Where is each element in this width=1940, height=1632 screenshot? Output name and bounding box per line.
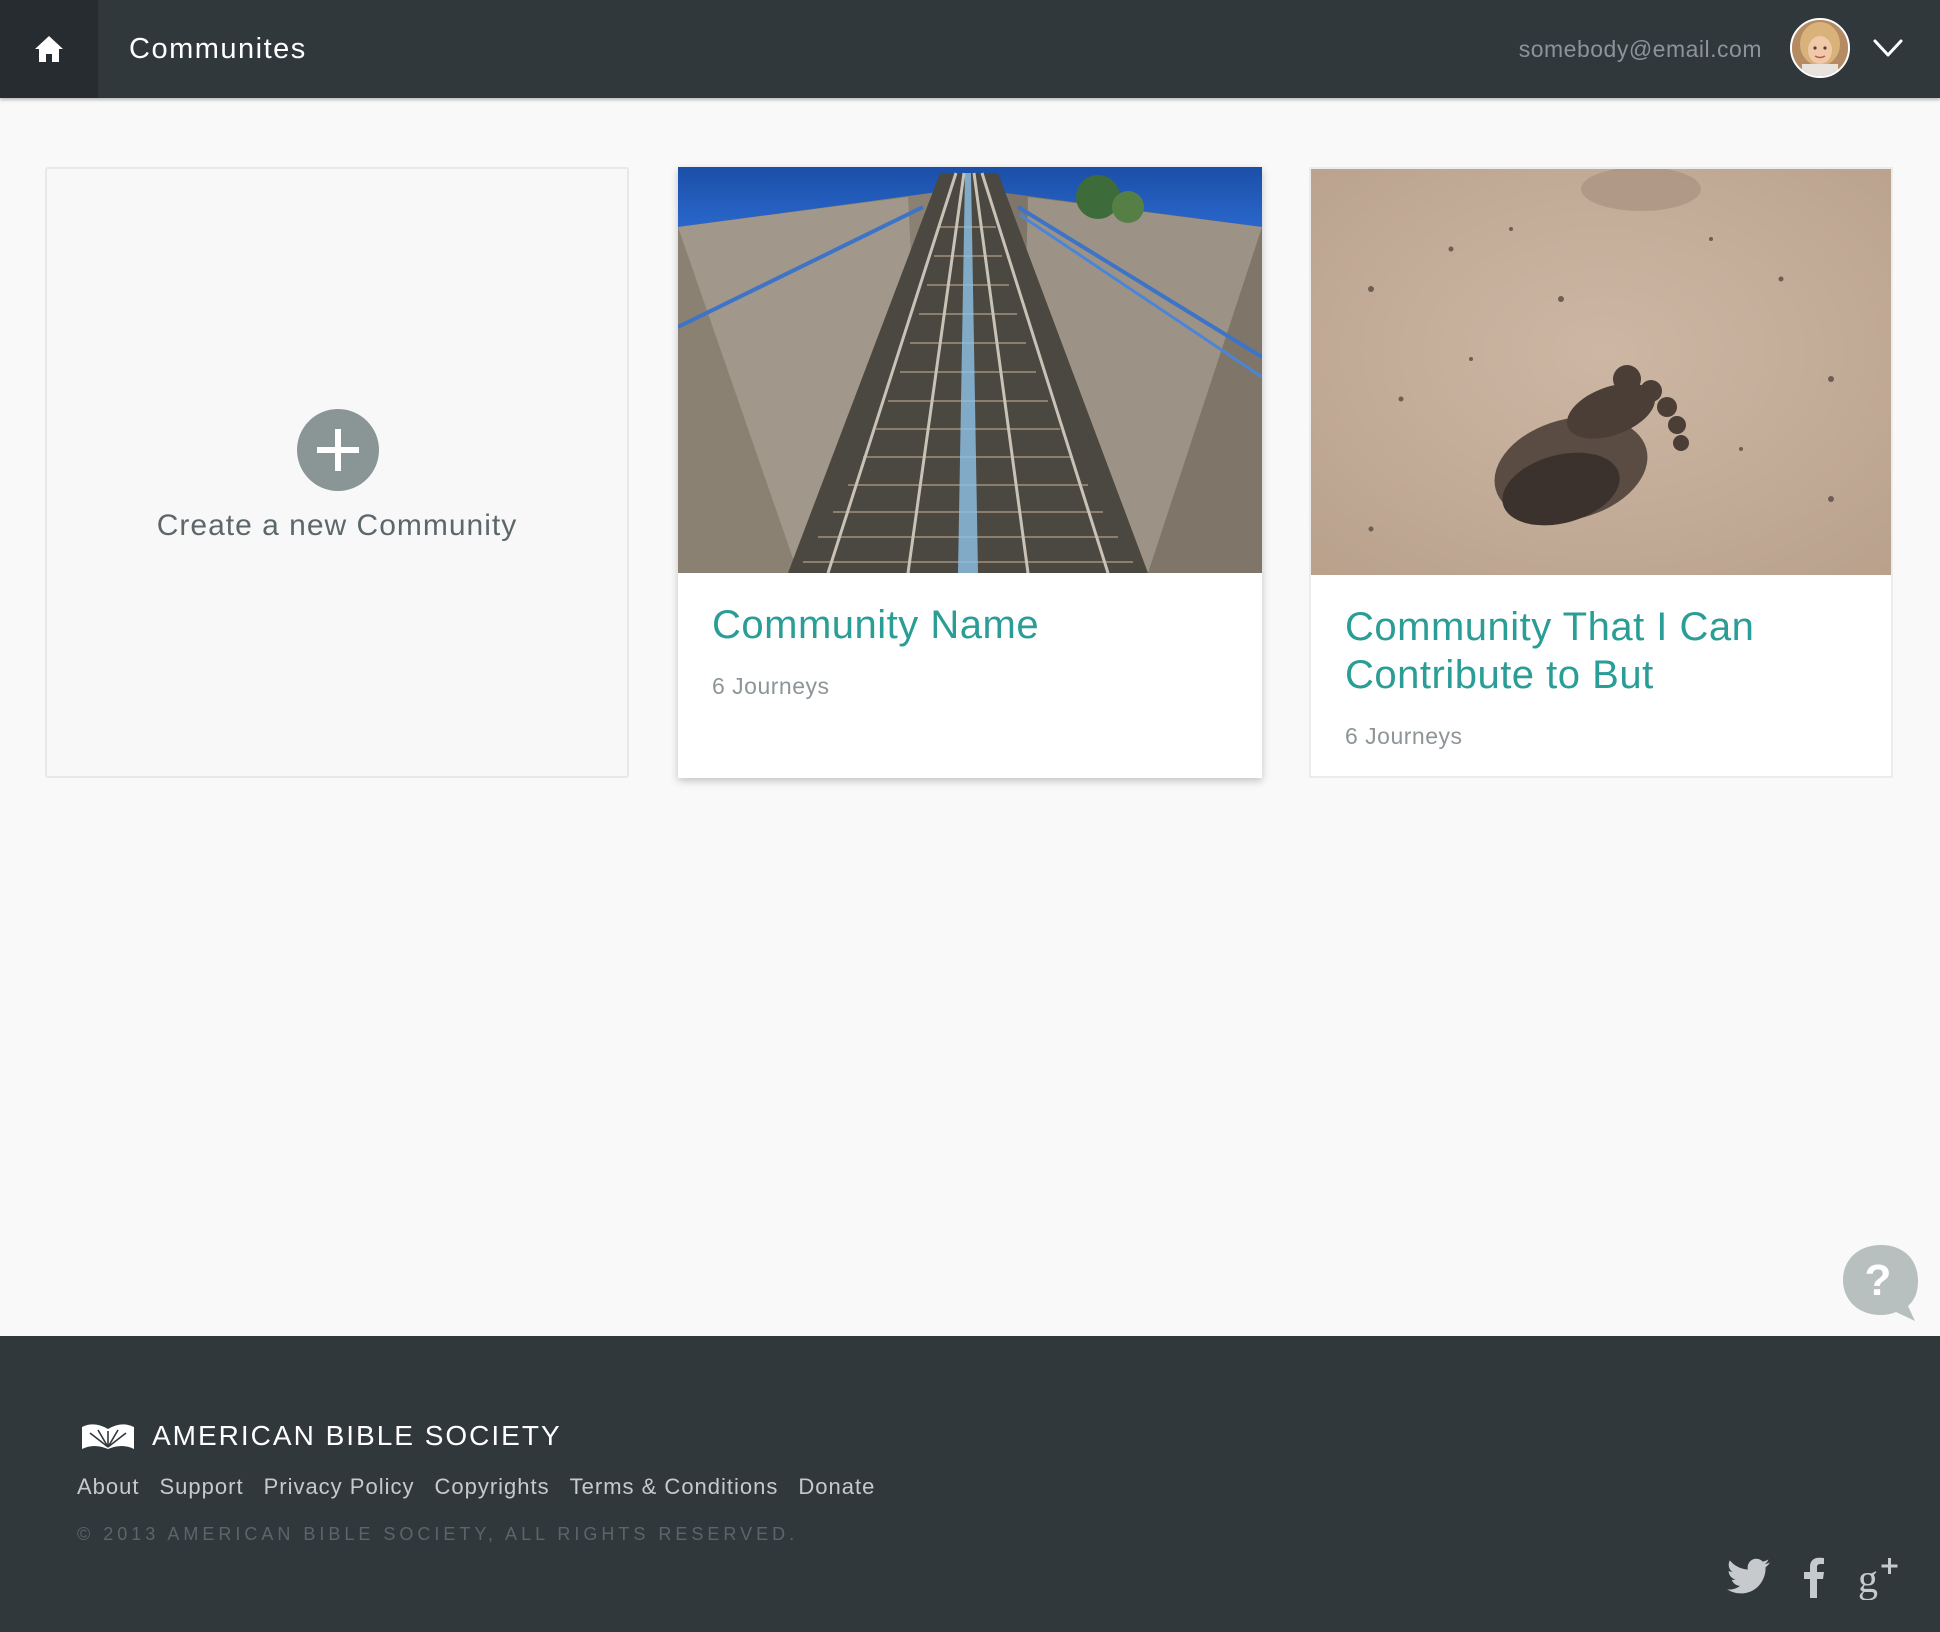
footer-brand[interactable]: AMERICAN BIBLE SOCIETY — [80, 1420, 562, 1452]
footer-link-about[interactable]: About — [77, 1474, 140, 1500]
footer-links: About Support Privacy Policy Copyrights … — [77, 1474, 875, 1500]
copyright: © 2013 AMERICAN BIBLE SOCIETY, ALL RIGHT… — [77, 1524, 799, 1544]
community-image-footprint — [1311, 169, 1891, 575]
home-icon — [35, 36, 63, 62]
journey-count: 6 Journeys — [712, 673, 830, 699]
community-card[interactable]: Community That I Can Contribute to But 6… — [1309, 167, 1893, 778]
chevron-down-icon[interactable] — [1870, 30, 1906, 66]
bible-society-logo-icon — [82, 1424, 134, 1449]
create-community-label: Create a new Community — [156, 509, 518, 542]
footer: AMERICAN BIBLE SOCIETY About Support Pri… — [0, 1336, 1940, 1632]
brand-name: AMERICAN BIBLE SOCIETY — [152, 1420, 562, 1451]
facebook-icon[interactable] — [1792, 1554, 1838, 1600]
twitter-icon[interactable] — [1726, 1554, 1772, 1600]
create-community-card[interactable]: Create a new Community — [45, 167, 629, 778]
footer-link-privacy-policy[interactable]: Privacy Policy — [264, 1474, 415, 1500]
community-image-railway — [678, 167, 1262, 573]
footer-link-donate[interactable]: Donate — [798, 1474, 875, 1500]
svg-text:g: g — [1858, 1556, 1878, 1600]
community-card[interactable]: Community Name 6 Journeys — [678, 167, 1262, 778]
help-icon[interactable]: ? — [1838, 1243, 1924, 1325]
avatar[interactable] — [1790, 18, 1850, 78]
avatar-image — [1792, 20, 1848, 76]
user-email[interactable]: somebody@email.com — [1519, 0, 1762, 98]
add-community-button[interactable] — [297, 409, 379, 491]
community-name[interactable]: Community Name — [712, 601, 1232, 649]
home-button[interactable] — [0, 0, 98, 98]
google-plus-icon[interactable]: g — [1858, 1554, 1904, 1600]
footer-link-terms[interactable]: Terms & Conditions — [570, 1474, 779, 1500]
svg-text:?: ? — [1865, 1256, 1892, 1305]
plus-icon — [317, 429, 359, 471]
footer-link-copyrights[interactable]: Copyrights — [434, 1474, 549, 1500]
top-bar: Communites somebody@email.com — [0, 0, 1940, 98]
community-name[interactable]: Community That I Can Contribute to But — [1345, 603, 1861, 699]
page-title: Communites — [129, 33, 307, 65]
footer-link-support[interactable]: Support — [160, 1474, 244, 1500]
journey-count: 6 Journeys — [1345, 723, 1463, 749]
